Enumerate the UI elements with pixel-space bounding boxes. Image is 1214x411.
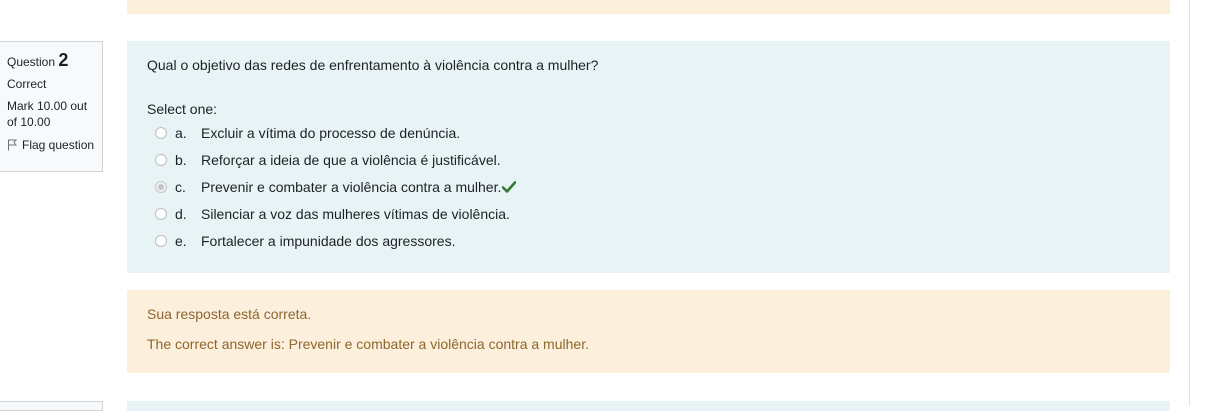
answer-option-d[interactable]: d. Silenciar a voz das mulheres vítimas …: [147, 200, 1150, 227]
option-letter: c.: [175, 178, 186, 195]
option-text: Reforçar a ideia de que a violência é ju…: [201, 151, 501, 168]
page-divider: [1189, 0, 1190, 406]
option-text: Excluir a vítima do processo de denúncia…: [201, 124, 461, 141]
question-text: Qual o objetivo das redes de enfrentamen…: [147, 57, 599, 73]
question-feedback: Sua resposta está correta. The correct a…: [127, 290, 1170, 373]
next-question-info: [0, 401, 103, 411]
question-info-panel: Question 2 Correct Mark 10.00 out of 10.…: [0, 41, 103, 172]
answer-option-b[interactable]: b. Reforçar a ideia de que a violência é…: [147, 146, 1150, 173]
radio-e[interactable]: [155, 234, 167, 247]
answer-option-c[interactable]: c. Prevenir e combater a violência contr…: [147, 173, 1150, 200]
question-label: Question: [7, 55, 56, 69]
check-icon: [502, 180, 517, 193]
option-text: Silenciar a voz das mulheres vítimas de …: [201, 205, 510, 222]
flag-question-label: Flag question: [22, 138, 95, 152]
option-letter: a.: [175, 124, 187, 141]
question-state: Correct: [7, 77, 47, 91]
question-grade: Mark 10.00 out of 10.00: [7, 99, 88, 129]
option-letter: e.: [175, 232, 187, 249]
right-answer: The correct answer is: Prevenir e combat…: [147, 336, 589, 352]
answer-options: a. Excluir a vítima do processo de denún…: [147, 119, 1150, 254]
previous-question-feedback: [127, 0, 1170, 14]
flag-icon: [8, 139, 18, 151]
answer-option-a[interactable]: a. Excluir a vítima do processo de denún…: [147, 119, 1150, 146]
question-number: Question 2: [7, 50, 95, 72]
radio-b[interactable]: [155, 153, 167, 166]
radio-a[interactable]: [155, 126, 167, 139]
specific-feedback: Sua resposta está correta.: [147, 306, 312, 322]
radio-c[interactable]: [155, 180, 167, 193]
flag-question-button[interactable]: Flag question: [7, 137, 95, 153]
option-letter: d.: [175, 205, 187, 222]
answer-prompt: Select one:: [147, 101, 218, 117]
option-letter: b.: [175, 151, 187, 168]
answer-option-e[interactable]: e. Fortalecer a impunidade dos agressore…: [147, 227, 1150, 254]
next-question-formulation: [127, 401, 1170, 411]
question-formulation: Qual o objetivo das redes de enfrentamen…: [127, 41, 1170, 273]
option-text: Prevenir e combater a violência contra a…: [201, 178, 502, 195]
question-number-value: 2: [58, 50, 69, 70]
option-text: Fortalecer a impunidade dos agressores.: [201, 232, 456, 249]
radio-d[interactable]: [155, 207, 167, 220]
